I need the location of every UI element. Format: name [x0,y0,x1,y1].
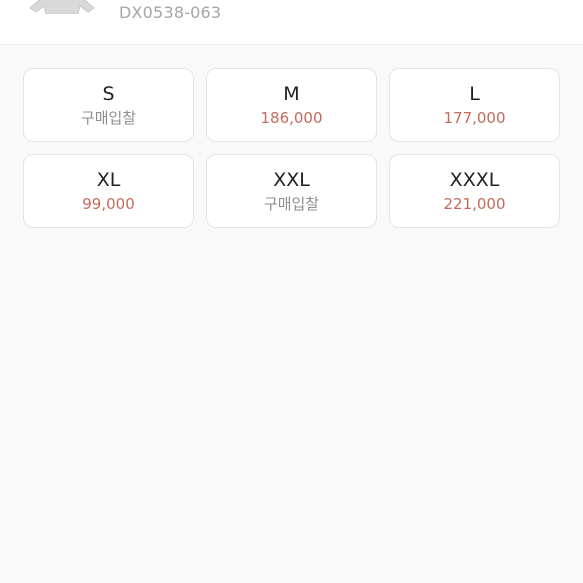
size-label: XL [96,168,121,191]
size-option-xl[interactable]: XL 99,000 [23,154,194,228]
product-code: DX0538-063 [119,3,222,22]
product-header: DX0538-063 [0,0,583,45]
size-label: XXXL [449,168,500,191]
size-grid: S 구매입찰 M 186,000 L 177,000 XL 99,000 XXL… [23,68,560,228]
size-price: 구매입찰 [80,108,137,127]
size-price: 221,000 [443,194,506,213]
size-label: M [283,82,300,105]
size-option-s[interactable]: S 구매입찰 [23,68,194,142]
size-option-xxl[interactable]: XXL 구매입찰 [206,154,377,228]
size-label: L [469,82,480,105]
size-option-l[interactable]: L 177,000 [389,68,560,142]
size-price: 99,000 [82,194,135,213]
size-price: 186,000 [260,108,323,127]
size-price: 177,000 [443,108,506,127]
size-option-m[interactable]: M 186,000 [206,68,377,142]
size-price: 구매입찰 [263,194,320,213]
size-label: XXL [273,168,310,191]
sweatshirt-thumbnail-icon [29,0,95,14]
size-label: S [102,82,115,105]
size-option-xxxl[interactable]: XXXL 221,000 [389,154,560,228]
